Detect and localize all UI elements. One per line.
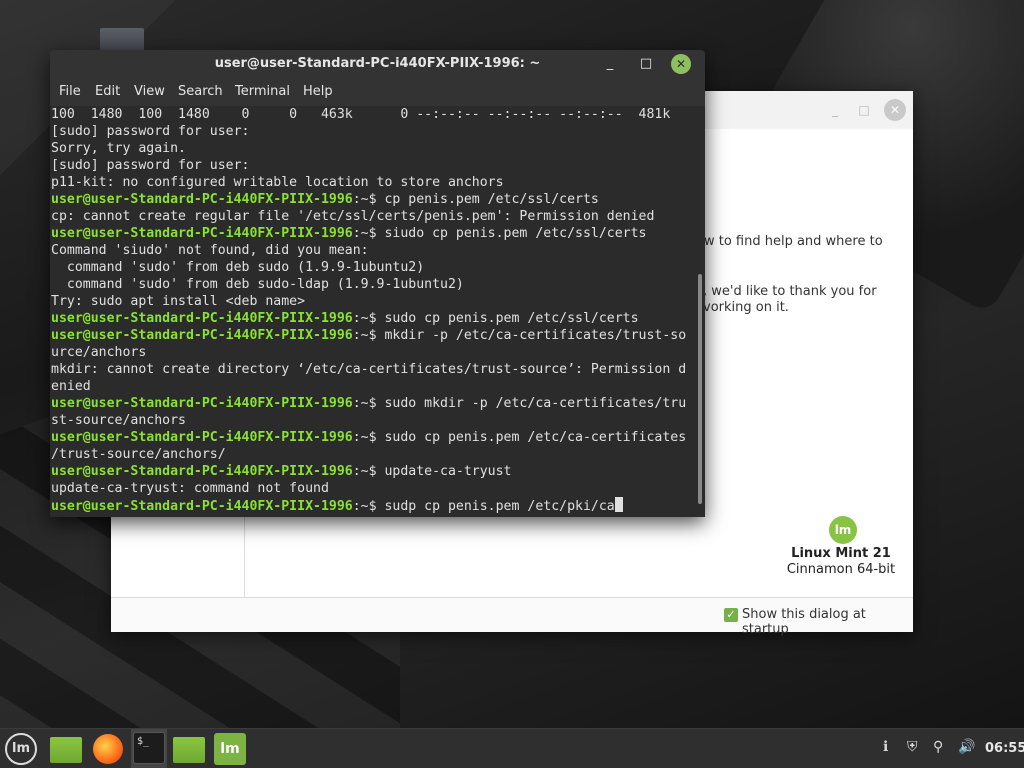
terminal-line: user@user-Standard-PC-i440FX-PIIX-1996:~… [51, 225, 695, 242]
terminal-window: user@user-Standard-PC-i440FX-PIIX-1996: … [50, 50, 705, 517]
firefox-icon[interactable] [93, 734, 123, 764]
taskbar: lm $_ lm ℹ ⛨ ⚲ 🔊 06:55 [0, 728, 1024, 768]
network-icon[interactable]: ⚲ [933, 739, 943, 755]
terminal-line-text: :~$ sudo mkdir -p /etc/ca-certificates/t… [352, 396, 687, 411]
terminal-line-text: cp: cannot create regular file '/etc/ssl… [51, 209, 655, 224]
welcome-maximize-button[interactable]: □ [855, 101, 873, 119]
terminal-line: Try: sudo apt install <deb name> [51, 293, 695, 310]
terminal-line: enied [51, 378, 695, 395]
menu-search[interactable]: Search [178, 84, 223, 99]
terminal-line: command 'sudo' from deb sudo-ldap (1.9.9… [51, 276, 695, 293]
menu-view[interactable]: View [134, 84, 165, 99]
terminal-line-text: enied [51, 379, 91, 394]
welcome-close-button[interactable]: ✕ [884, 99, 906, 121]
files-folder-icon[interactable] [173, 737, 205, 763]
show-desktop-folder-icon[interactable] [50, 737, 82, 763]
terminal-line-text: command 'sudo' from deb sudo (1.9.9-1ubu… [51, 260, 425, 275]
welcome-text-line: ow to find help and where to [696, 234, 883, 249]
show-at-startup-label[interactable]: Show this dialog at startup [742, 607, 913, 637]
terminal-line-text: Command 'siudo' not found, did you mean: [51, 243, 369, 258]
terminal-menubar: File Edit View Search Terminal Help [50, 78, 705, 106]
terminal-prompt: user@user-Standard-PC-i440FX-PIIX-1996 [51, 430, 353, 445]
welcome-footer: ✓ Show this dialog at startup [111, 597, 913, 637]
welcome-text-line: vorking on it. [703, 300, 789, 315]
terminal-minimize-button[interactable]: _ [601, 55, 619, 73]
terminal-line: [sudo] password for user: [51, 123, 695, 140]
info-icon[interactable]: ℹ [883, 739, 888, 755]
terminal-prompt: user@user-Standard-PC-i440FX-PIIX-1996 [51, 499, 353, 514]
terminal-line: user@user-Standard-PC-i440FX-PIIX-1996:~… [51, 395, 695, 412]
terminal-line-text: :~$ sudp cp penis.pem /etc/pki/ca [352, 499, 615, 514]
terminal-line: command 'sudo' from deb sudo (1.9.9-1ubu… [51, 259, 695, 276]
terminal-output[interactable]: 100 1480 100 1480 0 0 463k 0 --:--:-- --… [50, 106, 695, 517]
terminal-line-text: [sudo] password for user: [51, 124, 250, 139]
terminal-prompt: user@user-Standard-PC-i440FX-PIIX-1996 [51, 464, 353, 479]
menu-terminal[interactable]: Terminal [235, 84, 290, 99]
os-name: Linux Mint 21 [791, 546, 891, 561]
terminal-close-button[interactable]: ✕ [671, 54, 691, 74]
terminal-line: p11-kit: no configured writable location… [51, 174, 695, 191]
terminal-line: user@user-Standard-PC-i440FX-PIIX-1996:~… [51, 310, 695, 327]
terminal-line: user@user-Standard-PC-i440FX-PIIX-1996:~… [51, 429, 695, 446]
terminal-line: 100 1480 100 1480 0 0 463k 0 --:--:-- --… [51, 106, 695, 123]
terminal-line-text: urce/anchors [51, 345, 147, 360]
terminal-titlebar[interactable]: user@user-Standard-PC-i440FX-PIIX-1996: … [50, 50, 705, 78]
terminal-prompt: user@user-Standard-PC-i440FX-PIIX-1996 [51, 311, 353, 326]
terminal-line-text: :~$ update-ca-tryust [352, 464, 512, 479]
terminal-line-text: p11-kit: no configured writable location… [51, 175, 504, 190]
terminal-line: urce/anchors [51, 344, 695, 361]
terminal-prompt: user@user-Standard-PC-i440FX-PIIX-1996 [51, 328, 353, 343]
terminal-line: st-source/anchors [51, 412, 695, 429]
terminal-line-text: 100 1480 100 1480 0 0 463k 0 --:--:-- --… [51, 107, 671, 122]
terminal-line-text: :~$ cp penis.pem /etc/ssl/certs [352, 192, 599, 207]
os-edition: Cinnamon 64-bit [786, 562, 896, 577]
terminal-maximize-button[interactable]: □ [637, 55, 655, 73]
volume-icon[interactable]: 🔊 [958, 739, 975, 755]
terminal-line: /trust-source/anchors/ [51, 446, 695, 463]
terminal-line-text: update-ca-tryust: command not found [51, 481, 329, 496]
terminal-line-text: :~$ siudo cp penis.pem /etc/ssl/certs [352, 226, 647, 241]
terminal-prompt: user@user-Standard-PC-i440FX-PIIX-1996 [51, 226, 353, 241]
desktop-window-icon[interactable] [100, 28, 144, 52]
terminal-line-text: :~$ sudo cp penis.pem /etc/ssl/certs [352, 311, 639, 326]
welcome-text-line: , we'd like to thank you for [703, 284, 877, 299]
terminal-scrollbar[interactable] [695, 106, 705, 517]
terminal-line: cp: cannot create regular file '/etc/ssl… [51, 208, 695, 225]
terminal-prompt: user@user-Standard-PC-i440FX-PIIX-1996 [51, 192, 353, 207]
terminal-line-text: [sudo] password for user: [51, 158, 250, 173]
terminal-line: mkdir: cannot create directory ‘/etc/ca-… [51, 361, 695, 378]
terminal-scrollbar-thumb[interactable] [698, 274, 702, 504]
linux-mint-logo-icon: lm [829, 516, 857, 544]
clock[interactable]: 06:55 [985, 741, 1024, 756]
terminal-line-text: /trust-source/anchors/ [51, 447, 226, 462]
terminal-line: Command 'siudo' not found, did you mean: [51, 242, 695, 259]
menu-help[interactable]: Help [303, 84, 333, 99]
terminal-line: update-ca-tryust: command not found [51, 480, 695, 497]
terminal-line: user@user-Standard-PC-i440FX-PIIX-1996:~… [51, 463, 695, 480]
terminal-prompt: user@user-Standard-PC-i440FX-PIIX-1996 [51, 396, 353, 411]
menu-file[interactable]: File [59, 84, 81, 99]
terminal-line-text: command 'sudo' from deb sudo-ldap (1.9.9… [51, 277, 464, 292]
terminal-line-text: :~$ mkdir -p /etc/ca-certificates/trust-… [352, 328, 687, 343]
terminal-line: user@user-Standard-PC-i440FX-PIIX-1996:~… [51, 191, 695, 208]
terminal-line: user@user-Standard-PC-i440FX-PIIX-1996:~… [51, 327, 695, 344]
terminal-line-text: Try: sudo apt install <deb name> [51, 294, 306, 309]
update-shield-icon[interactable]: ⛨ [907, 739, 918, 755]
terminal-line: [sudo] password for user: [51, 157, 695, 174]
terminal-line: user@user-Standard-PC-i440FX-PIIX-1996:~… [51, 497, 695, 514]
terminal-icon[interactable]: $_ [133, 732, 165, 764]
welcome-minimize-button[interactable]: _ [826, 101, 844, 119]
terminal-line: Sorry, try again. [51, 140, 695, 157]
terminal-line-text: :~$ sudo cp penis.pem /etc/ca-certificat… [352, 430, 687, 445]
mint-menu-icon[interactable]: lm [5, 733, 37, 765]
terminal-line-text: Sorry, try again. [51, 141, 186, 156]
menu-edit[interactable]: Edit [95, 84, 120, 99]
terminal-line-text: mkdir: cannot create directory ‘/etc/ca-… [51, 362, 687, 377]
terminal-line-text: st-source/anchors [51, 413, 186, 428]
show-at-startup-checkbox[interactable]: ✓ [724, 608, 738, 622]
mint-welcome-icon[interactable]: lm [214, 733, 246, 765]
terminal-cursor [614, 497, 623, 512]
